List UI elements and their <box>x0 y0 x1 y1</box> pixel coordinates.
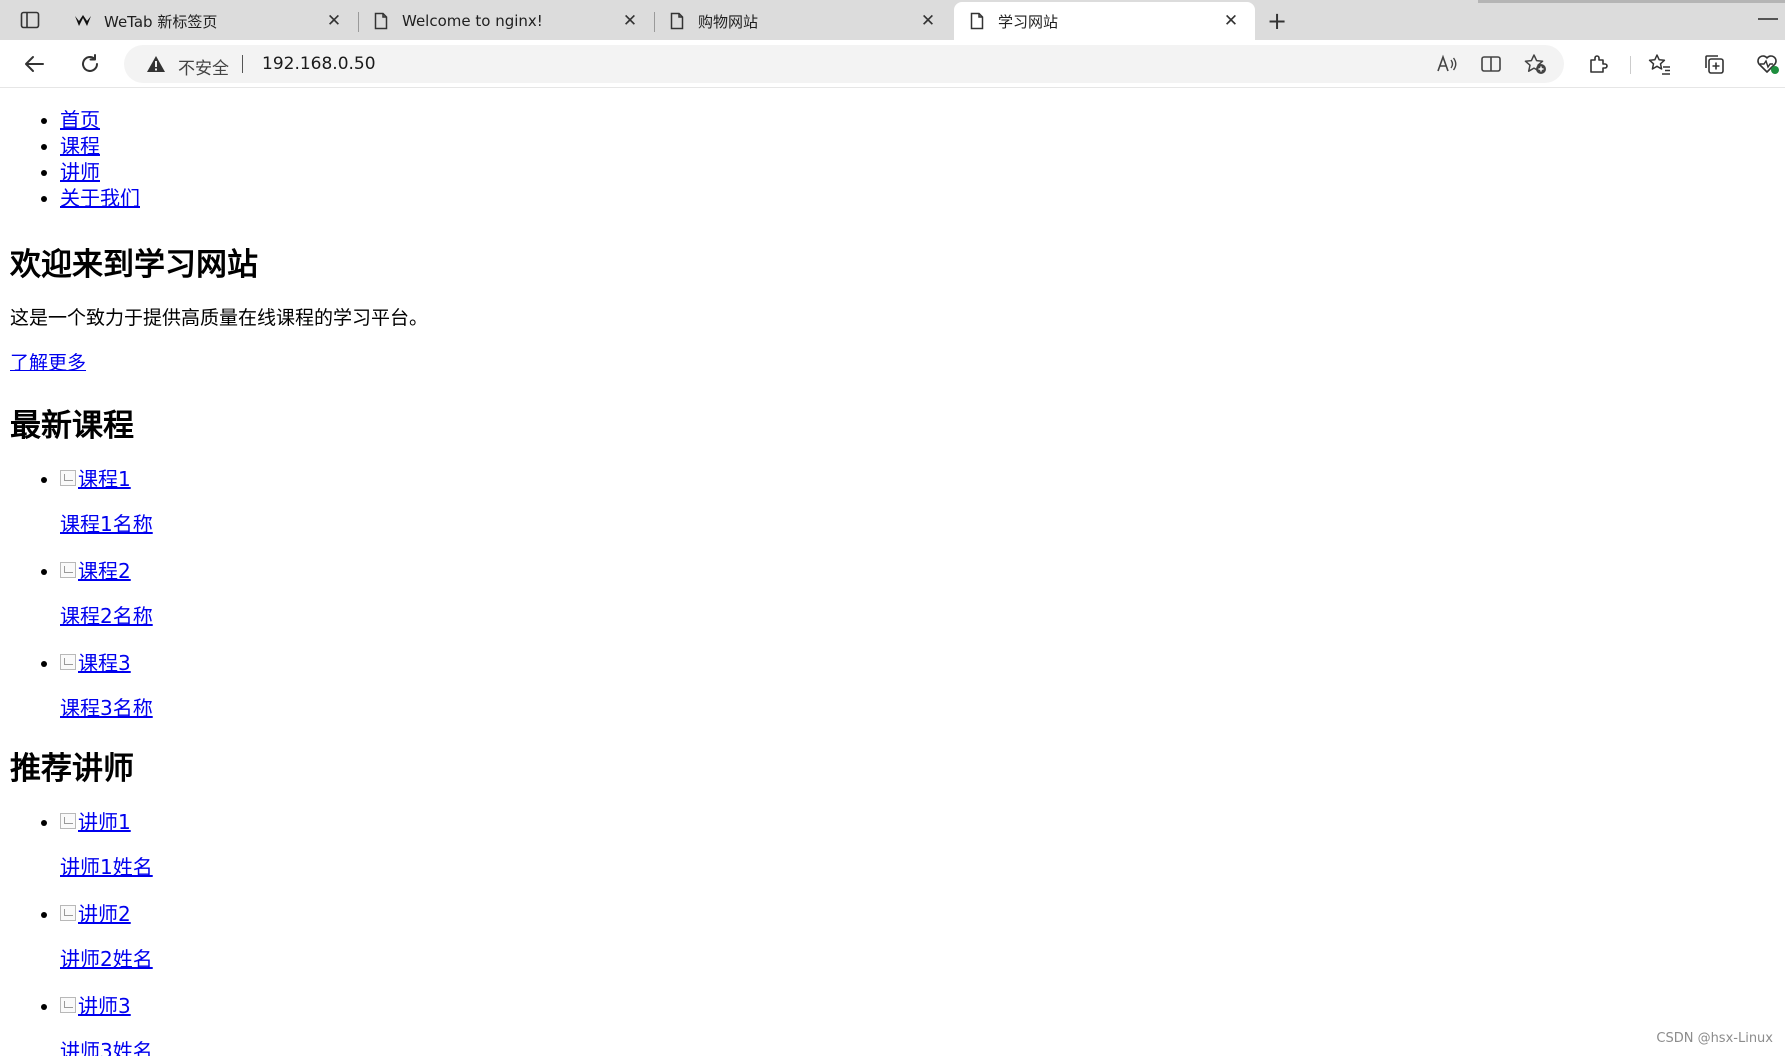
intro-text: 这是一个致力于提供高质量在线课程的学习平台。 <box>10 307 429 329</box>
close-icon[interactable]: ✕ <box>620 11 640 31</box>
teacher-image-link[interactable]: 讲师2 <box>60 898 131 927</box>
broken-image-icon <box>60 561 76 578</box>
page-title: 欢迎来到学习网站 <box>10 247 258 283</box>
tab-learning-active[interactable]: 学习网站 ✕ <box>954 2 1255 40</box>
wetab-logo-icon <box>74 12 92 30</box>
course-image-link[interactable]: 课程3 <box>60 647 131 676</box>
tab-title: 学习网站 <box>998 12 1059 31</box>
address-bar[interactable]: 不安全 192.168.0.50 <box>124 45 1564 83</box>
tab-strip-edge <box>1478 0 1785 3</box>
close-icon[interactable]: ✕ <box>324 11 344 31</box>
course-name-link[interactable]: 课程2名称 <box>60 600 153 629</box>
teacher-image-link[interactable]: 讲师1 <box>60 806 131 835</box>
extensions-icon <box>1590 55 1608 73</box>
main-nav: 首页 课程 讲师 关于我们 <box>60 107 140 211</box>
add-favorite-button[interactable] <box>1522 51 1548 77</box>
minimize-icon[interactable] <box>1758 18 1778 20</box>
warning-icon[interactable] <box>146 54 166 74</box>
teacher-image-link[interactable]: 讲师3 <box>60 990 131 1019</box>
teacher-name-link[interactable]: 讲师1姓名 <box>60 851 153 880</box>
tab-nginx[interactable]: Welcome to nginx! ✕ <box>358 2 655 40</box>
refresh-button[interactable] <box>74 48 106 80</box>
broken-image-icon <box>60 904 76 921</box>
teacher-image-alt: 讲师1 <box>78 810 131 834</box>
course-name-link[interactable]: 课程3名称 <box>60 692 153 721</box>
nav-item-about: 关于我们 <box>60 185 140 211</box>
nav-link-courses[interactable]: 课程 <box>60 134 100 158</box>
split-screen-icon <box>1481 56 1501 72</box>
tab-actions-icon <box>20 11 40 29</box>
course-name-link[interactable]: 课程1名称 <box>60 508 153 537</box>
broken-image-icon <box>60 469 76 486</box>
teacher-name-link[interactable]: 讲师3姓名 <box>60 1035 153 1056</box>
nav-item-courses: 课程 <box>60 133 140 159</box>
favorites-list-icon <box>1648 54 1670 75</box>
tab-actions-button[interactable] <box>12 8 48 32</box>
nav-link-teachers[interactable]: 讲师 <box>60 160 100 184</box>
address-divider <box>242 55 243 73</box>
broken-image-icon <box>60 996 76 1013</box>
tab-wetab[interactable]: WeTab 新标签页 ✕ <box>60 2 359 40</box>
teacher-item: 讲师3 讲师3姓名 <box>60 990 153 1056</box>
read-aloud-button[interactable] <box>1434 51 1460 77</box>
course-image-link[interactable]: 课程1 <box>60 463 131 492</box>
close-icon[interactable]: ✕ <box>918 11 938 31</box>
teacher-image-alt: 讲师3 <box>78 994 131 1018</box>
nav-link-about[interactable]: 关于我们 <box>60 186 140 210</box>
new-tab-button[interactable]: + <box>1262 6 1292 36</box>
collections-button[interactable] <box>1698 48 1730 80</box>
course-image-alt: 课程1 <box>78 467 131 491</box>
extensions-button[interactable] <box>1582 48 1614 80</box>
course-item: 课程3 课程3名称 <box>60 647 153 739</box>
nav-item-teachers: 讲师 <box>60 159 140 185</box>
not-secure-label[interactable]: 不安全 <box>178 54 229 79</box>
tab-title: WeTab 新标签页 <box>104 12 218 31</box>
browser-toolbar: 不安全 192.168.0.50 <box>0 40 1785 88</box>
url-text[interactable]: 192.168.0.50 <box>262 54 376 74</box>
page-content: 首页 课程 讲师 关于我们 欢迎来到学习网站 这是一个致力于提供高质量在线课程的… <box>0 89 1785 1056</box>
course-item: 课程1 课程1名称 <box>60 463 153 555</box>
broken-image-icon <box>60 653 76 670</box>
tab-shopping[interactable]: 购物网站 ✕ <box>654 2 952 40</box>
teacher-name-link[interactable]: 讲师2姓名 <box>60 943 153 972</box>
tab-title: 购物网站 <box>698 12 759 31</box>
teacher-list: 讲师1 讲师1姓名 讲师2 讲师2姓名 讲师3 讲师3姓名 <box>60 806 153 1056</box>
star-add-icon <box>1524 54 1546 74</box>
courses-heading: 最新课程 <box>10 408 134 444</box>
collections-icon <box>1705 55 1724 74</box>
course-list: 课程1 课程1名称 课程2 课程2名称 课程3 课程3名称 <box>60 463 153 739</box>
teacher-item: 讲师1 讲师1姓名 <box>60 806 153 898</box>
nav-item-home: 首页 <box>60 107 140 133</box>
favorites-button[interactable] <box>1644 48 1676 80</box>
learn-more-link[interactable]: 了解更多 <box>10 348 86 375</box>
teacher-item: 讲师2 讲师2姓名 <box>60 898 153 990</box>
teachers-heading: 推荐讲师 <box>10 751 134 787</box>
tab-title: Welcome to nginx! <box>402 12 543 30</box>
tab-strip: WeTab 新标签页 ✕ Welcome to nginx! ✕ 购物网站 ✕ … <box>0 0 1785 40</box>
course-image-alt: 课程2 <box>78 559 131 583</box>
broken-image-icon <box>60 812 76 829</box>
back-arrow-icon <box>25 56 44 72</box>
course-image-link[interactable]: 课程2 <box>60 555 131 584</box>
refresh-icon <box>82 54 98 72</box>
nav-link-home[interactable]: 首页 <box>60 108 100 132</box>
split-screen-button[interactable] <box>1478 51 1504 77</box>
close-icon[interactable]: ✕ <box>1221 11 1241 31</box>
page-icon <box>668 12 686 30</box>
teacher-image-alt: 讲师2 <box>78 902 131 926</box>
toolbar-divider <box>1630 56 1631 74</box>
read-aloud-icon <box>1437 54 1457 72</box>
course-item: 课程2 课程2名称 <box>60 555 153 647</box>
heart-pulse-icon <box>1757 55 1779 74</box>
watermark: CSDN @hsx-Linux <box>1656 1031 1773 1046</box>
course-image-alt: 课程3 <box>78 651 131 675</box>
page-icon <box>372 12 390 30</box>
page-icon <box>968 12 986 30</box>
browser-essentials-button[interactable] <box>1752 48 1784 80</box>
back-button[interactable] <box>18 48 50 80</box>
